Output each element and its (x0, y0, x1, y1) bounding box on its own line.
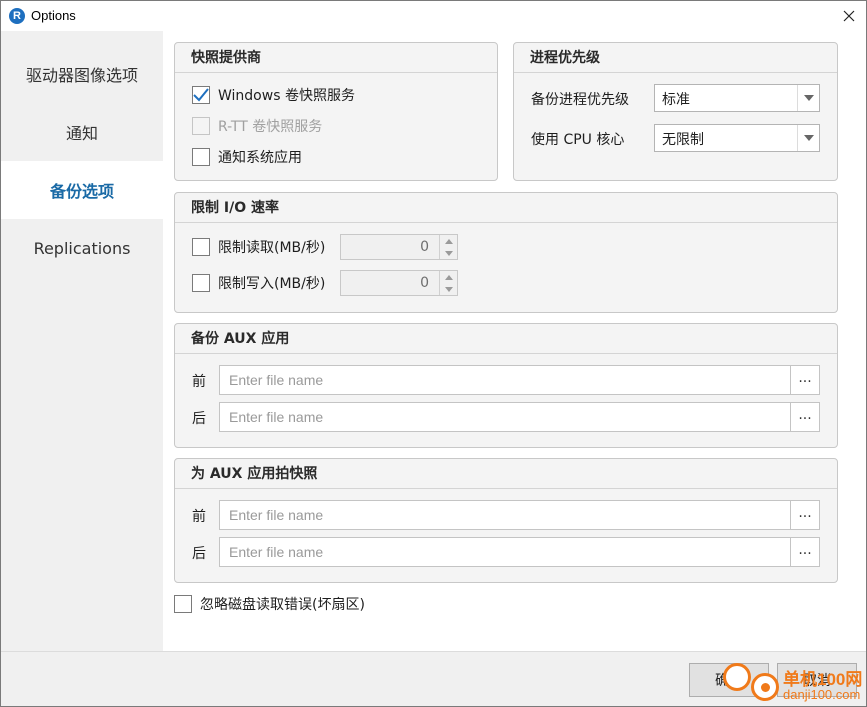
sidebar-item-replications[interactable]: Replications (1, 219, 163, 277)
options-content: 快照提供商 Windows 卷快照服务 R-TT 卷快照服务 通知系统应用 进程… (163, 31, 866, 651)
limit-write-value: 0 (420, 275, 429, 291)
backup-priority-value: 标准 (662, 92, 690, 108)
backup-aux-before-input[interactable] (220, 366, 790, 394)
spin-down-icon (440, 283, 457, 295)
notify-apps-label: 通知系统应用 (218, 150, 302, 166)
backup-aux-before-label: 前 (192, 374, 206, 390)
snapshot-provider-group: 快照提供商 Windows 卷快照服务 R-TT 卷快照服务 通知系统应用 (174, 42, 498, 181)
watermark-url: danji100.com (783, 687, 861, 702)
cpu-cores-select[interactable]: 无限制 (654, 124, 820, 152)
backup-aux-before-browse-button[interactable]: ... (790, 365, 820, 395)
snapshot-aux-before-input[interactable] (220, 501, 790, 529)
cpu-cores-value: 无限制 (662, 132, 704, 148)
process-priority-title: 进程优先级 (514, 43, 837, 73)
io-limit-group: 限制 I/O 速率 限制读取(MB/秒) 0 限制写入(MB/秒) 0 (174, 192, 838, 313)
backup-aux-title: 备份 AUX 应用 (175, 324, 837, 354)
rtt-vss-option: R-TT 卷快照服务 (192, 116, 322, 136)
backup-aux-after-browse-button[interactable]: ... (790, 402, 820, 432)
snapshot-aux-after-browse-button[interactable]: ... (790, 537, 820, 567)
limit-read-spinner: 0 (340, 234, 458, 260)
snapshot-provider-title: 快照提供商 (175, 43, 497, 73)
limit-write-option[interactable]: 限制写入(MB/秒) (192, 273, 325, 293)
ignore-errors-option[interactable]: 忽略磁盘读取错误(坏扇区) (174, 594, 365, 614)
snapshot-aux-before-field[interactable] (219, 500, 791, 530)
spin-down-icon (440, 247, 457, 259)
windows-vss-label: Windows 卷快照服务 (218, 88, 355, 104)
rtt-vss-checkbox (192, 117, 210, 135)
sidebar: 驱动器图像选项 通知 备份选项 Replications (1, 31, 163, 651)
windows-vss-option[interactable]: Windows 卷快照服务 (192, 85, 355, 105)
chevron-down-icon (797, 125, 819, 151)
limit-read-option[interactable]: 限制读取(MB/秒) (192, 237, 325, 257)
limit-write-checkbox[interactable] (192, 274, 210, 292)
watermark-plus-icon (723, 663, 751, 691)
io-limit-title: 限制 I/O 速率 (175, 193, 837, 223)
sidebar-item-drive-image-options[interactable]: 驱动器图像选项 (1, 45, 163, 103)
backup-aux-after-field[interactable] (219, 402, 791, 432)
backup-priority-label: 备份进程优先级 (531, 92, 629, 108)
limit-write-spinner: 0 (340, 270, 458, 296)
watermark: 单机100网 danji100.com (723, 663, 867, 707)
snapshot-aux-title: 为 AUX 应用拍快照 (175, 459, 837, 489)
close-icon (843, 10, 855, 22)
options-dialog: R Options 驱动器图像选项 通知 备份选项 Replications 快… (0, 0, 867, 707)
close-button[interactable] (832, 1, 866, 31)
cpu-cores-label: 使用 CPU 核心 (531, 132, 625, 148)
backup-aux-before-field[interactable] (219, 365, 791, 395)
backup-aux-group: 备份 AUX 应用 前 ... 后 ... (174, 323, 838, 448)
snapshot-aux-group: 为 AUX 应用拍快照 前 ... 后 ... (174, 458, 838, 583)
backup-priority-select[interactable]: 标准 (654, 84, 820, 112)
snapshot-aux-before-browse-button[interactable]: ... (790, 500, 820, 530)
window-title: Options (31, 8, 76, 23)
app-logo-icon: R (9, 8, 25, 24)
snapshot-aux-after-field[interactable] (219, 537, 791, 567)
checkmark-icon (193, 88, 209, 102)
process-priority-group: 进程优先级 备份进程优先级 标准 使用 CPU 核心 无限制 (513, 42, 838, 181)
sidebar-item-backup-options[interactable]: 备份选项 (1, 161, 163, 219)
backup-aux-after-input[interactable] (220, 403, 790, 431)
spin-up-icon (440, 271, 457, 283)
chevron-down-icon (797, 85, 819, 111)
limit-read-checkbox[interactable] (192, 238, 210, 256)
limit-read-value: 0 (420, 239, 429, 255)
snapshot-aux-after-label: 后 (192, 546, 206, 562)
spin-up-icon (440, 235, 457, 247)
limit-write-label: 限制写入(MB/秒) (218, 276, 326, 292)
title-bar: R Options (1, 1, 866, 31)
watermark-dot (761, 683, 770, 692)
notify-apps-option[interactable]: 通知系统应用 (192, 147, 302, 167)
sidebar-item-notifications[interactable]: 通知 (1, 103, 163, 161)
ignore-errors-label: 忽略磁盘读取错误(坏扇区) (200, 597, 365, 613)
limit-read-label: 限制读取(MB/秒) (218, 240, 326, 256)
snapshot-aux-after-input[interactable] (220, 538, 790, 566)
backup-aux-after-label: 后 (192, 411, 206, 427)
notify-apps-checkbox[interactable] (192, 148, 210, 166)
windows-vss-checkbox[interactable] (192, 86, 210, 104)
snapshot-aux-before-label: 前 (192, 509, 206, 525)
ignore-errors-checkbox[interactable] (174, 595, 192, 613)
rtt-vss-label: R-TT 卷快照服务 (218, 119, 323, 135)
